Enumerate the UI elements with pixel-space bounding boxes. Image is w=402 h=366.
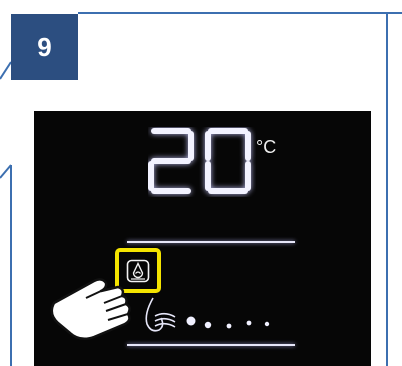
bottom-divider — [127, 344, 295, 346]
fan-speed-icon — [145, 297, 270, 332]
temperature-unit: °C — [256, 137, 277, 157]
top-divider — [127, 241, 295, 243]
control-panel-display: 20 °C — [34, 111, 371, 366]
step-number: 9 — [37, 31, 52, 62]
temperature-readout: 20 — [148, 128, 251, 194]
step-number-badge: 9 — [11, 14, 78, 80]
hand-pointer-icon — [50, 278, 131, 341]
